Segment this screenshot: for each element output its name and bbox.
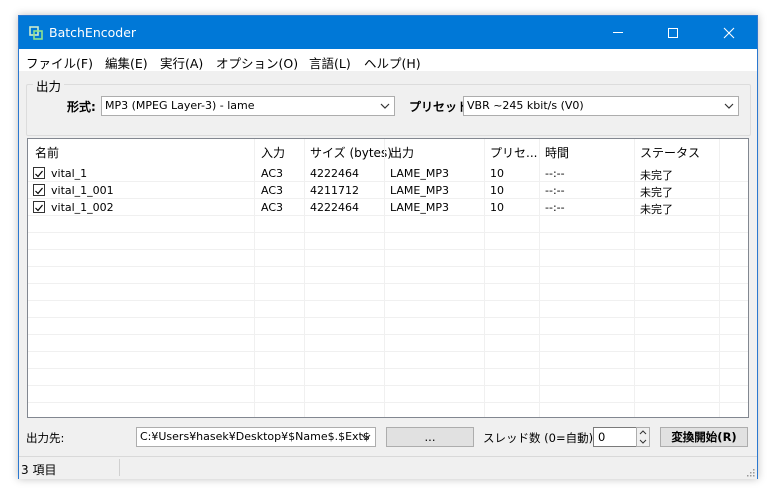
cell-status: 未完了 [640,169,673,182]
output-path-combo[interactable]: C:¥Users¥hasek¥Desktop¥$Name$.$Ext$ [136,427,376,447]
chevron-down-icon [724,103,734,109]
cell-time: --:-- [545,201,565,214]
cell-name: vital_1_001 [51,184,114,197]
col-header-output[interactable]: 出力 [390,144,414,161]
title-bar[interactable]: BatchEncoder [19,16,757,49]
col-header-name[interactable]: 名前 [35,144,59,161]
row-gridline [28,385,748,386]
cell-status: 未完了 [640,186,673,199]
minimize-button[interactable] [595,16,641,49]
checkmark-icon [35,187,43,195]
cell-status: 未完了 [640,203,673,216]
checkmark-icon [35,204,43,212]
row-gridline [28,300,748,301]
preset-value: VBR ~245 kbit/s (V0) [467,99,584,112]
row-checkbox[interactable] [33,201,45,213]
menu-language[interactable]: 言語(L) [309,53,351,72]
close-button[interactable] [706,16,752,49]
menu-options[interactable]: オプション(O) [216,53,298,72]
cell-preset: 10 [490,184,504,197]
menu-help[interactable]: ヘルプ(H) [364,53,421,72]
maximize-button[interactable] [650,16,696,49]
cell-preset: 10 [490,167,504,180]
cell-input: AC3 [261,201,284,214]
output-path-value: C:¥Users¥hasek¥Desktop¥$Name$.$Ext$ [140,430,370,443]
chevron-down-icon [361,434,371,440]
threads-input[interactable]: 0 [593,427,637,447]
col-header-time[interactable]: 時間 [545,144,569,161]
menu-file[interactable]: ファイル(F) [26,53,93,72]
row-gridline [28,317,748,318]
resize-grip-icon[interactable] [745,467,755,477]
cell-name: vital_1_002 [51,201,114,214]
cell-output: LAME_MP3 [390,184,449,197]
row-gridline [28,368,748,369]
cell-time: --:-- [545,184,565,197]
preset-select[interactable]: VBR ~245 kbit/s (V0) [463,96,739,116]
row-gridline [28,334,748,335]
row-gridline [28,232,748,233]
threads-label: スレッド数 (0=自動): [483,431,597,445]
menu-bar: ファイル(F) 編集(E) 実行(A) オプション(O) 言語(L) ヘルプ(H… [19,49,757,71]
output-dest-label: 出力先: [26,431,65,445]
cell-time: --:-- [545,167,565,180]
cell-size: 4222464 [310,167,359,180]
cell-preset: 10 [490,201,504,214]
cell-name: vital_1 [51,167,88,180]
output-group-title: 出力 [33,76,65,95]
cell-output: LAME_MP3 [390,167,449,180]
chevron-down-icon [380,103,390,109]
spin-arrows-icon [639,430,647,444]
col-header-size[interactable]: サイズ (bytes) [310,144,392,161]
app-icon [29,26,43,40]
row-gridline [28,402,748,403]
status-bar: 3 項目 [19,456,757,479]
start-conversion-button[interactable]: 変換開始(R) [660,427,748,447]
status-divider [119,459,120,476]
row-gridline [28,351,748,352]
window-title: BatchEncoder [49,25,137,40]
cell-input: AC3 [261,167,284,180]
row-gridline [28,283,748,284]
browse-button[interactable]: ... [386,427,474,447]
cell-size: 4211712 [310,184,359,197]
close-icon [723,27,735,39]
minimize-icon [613,32,623,33]
row-checkbox[interactable] [33,184,45,196]
col-header-preset[interactable]: プリセ... [490,144,537,161]
menu-action[interactable]: 実行(A) [160,53,203,72]
item-count: 3 項目 [21,463,57,477]
row-gridline [28,266,748,267]
col-header-input[interactable]: 入力 [261,144,285,161]
format-select[interactable]: MP3 (MPEG Layer-3) - lame [101,96,395,116]
col-header-status[interactable]: ステータス [640,144,700,161]
menu-edit[interactable]: 編集(E) [105,53,148,72]
format-value: MP3 (MPEG Layer-3) - lame [105,99,255,112]
format-label: 形式: [67,100,96,114]
cell-size: 4222464 [310,201,359,214]
threads-spinner[interactable] [636,427,650,447]
file-list[interactable]: 名前 入力 サイズ (bytes) 出力 プリセ... 時間 ステータス vit… [27,138,749,418]
checkmark-icon [35,170,43,178]
row-gridline [28,249,748,250]
cell-input: AC3 [261,184,284,197]
cell-output: LAME_MP3 [390,201,449,214]
main-window: BatchEncoder ファイル(F) 編集(E) 実行(A) オプション(O… [18,15,758,479]
maximize-icon [668,28,678,38]
row-checkbox[interactable] [33,167,45,179]
